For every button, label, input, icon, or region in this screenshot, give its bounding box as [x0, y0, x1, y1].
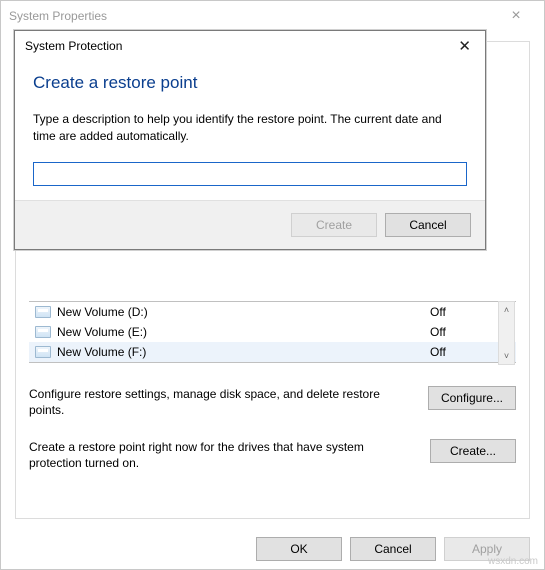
create-text: Create a restore point right now for the… — [29, 439, 396, 471]
drive-row[interactable]: New Volume (F:) Off — [29, 342, 516, 362]
cancel-button[interactable]: Cancel — [350, 537, 436, 561]
parent-titlebar: System Properties × — [1, 1, 544, 31]
drive-name: New Volume (E:) — [57, 325, 430, 339]
modal-titlebar: System Protection ✕ — [15, 31, 485, 61]
drive-row[interactable]: New Volume (D:) Off — [29, 302, 516, 322]
parent-close-button[interactable]: × — [496, 7, 536, 25]
drive-list-scrollbar[interactable]: ˄ ˅ — [498, 301, 515, 365]
drive-icon — [35, 306, 51, 318]
modal-footer: Create Cancel — [15, 200, 485, 249]
drive-icon — [35, 346, 51, 358]
create-section: Create a restore point right now for the… — [29, 439, 516, 471]
drive-row[interactable]: New Volume (E:) Off — [29, 322, 516, 342]
modal-cancel-button[interactable]: Cancel — [385, 213, 471, 237]
modal-create-button: Create — [291, 213, 377, 237]
drive-name: New Volume (D:) — [57, 305, 430, 319]
modal-body: Create a restore point Type a descriptio… — [15, 61, 485, 200]
drive-icon — [35, 326, 51, 338]
close-icon[interactable]: ✕ — [454, 37, 475, 55]
parent-title: System Properties — [9, 9, 496, 23]
drive-list[interactable]: New Volume (D:) Off New Volume (E:) Off … — [29, 301, 516, 363]
modal-heading: Create a restore point — [33, 73, 467, 93]
system-protection-dialog: System Protection ✕ Create a restore poi… — [14, 30, 486, 250]
scroll-up-icon[interactable]: ˄ — [499, 302, 514, 318]
configure-button[interactable]: Configure... — [428, 386, 516, 410]
modal-title: System Protection — [25, 39, 454, 53]
configure-section: Configure restore settings, manage disk … — [29, 386, 516, 418]
ok-button[interactable]: OK — [256, 537, 342, 561]
configure-text: Configure restore settings, manage disk … — [29, 386, 396, 418]
restore-point-description-input[interactable] — [33, 162, 467, 186]
drive-name: New Volume (F:) — [57, 345, 430, 359]
watermark: wsxdn.com — [488, 556, 538, 567]
scroll-down-icon[interactable]: ˅ — [499, 348, 514, 364]
modal-description: Type a description to help you identify … — [33, 111, 467, 146]
create-button[interactable]: Create... — [430, 439, 516, 463]
